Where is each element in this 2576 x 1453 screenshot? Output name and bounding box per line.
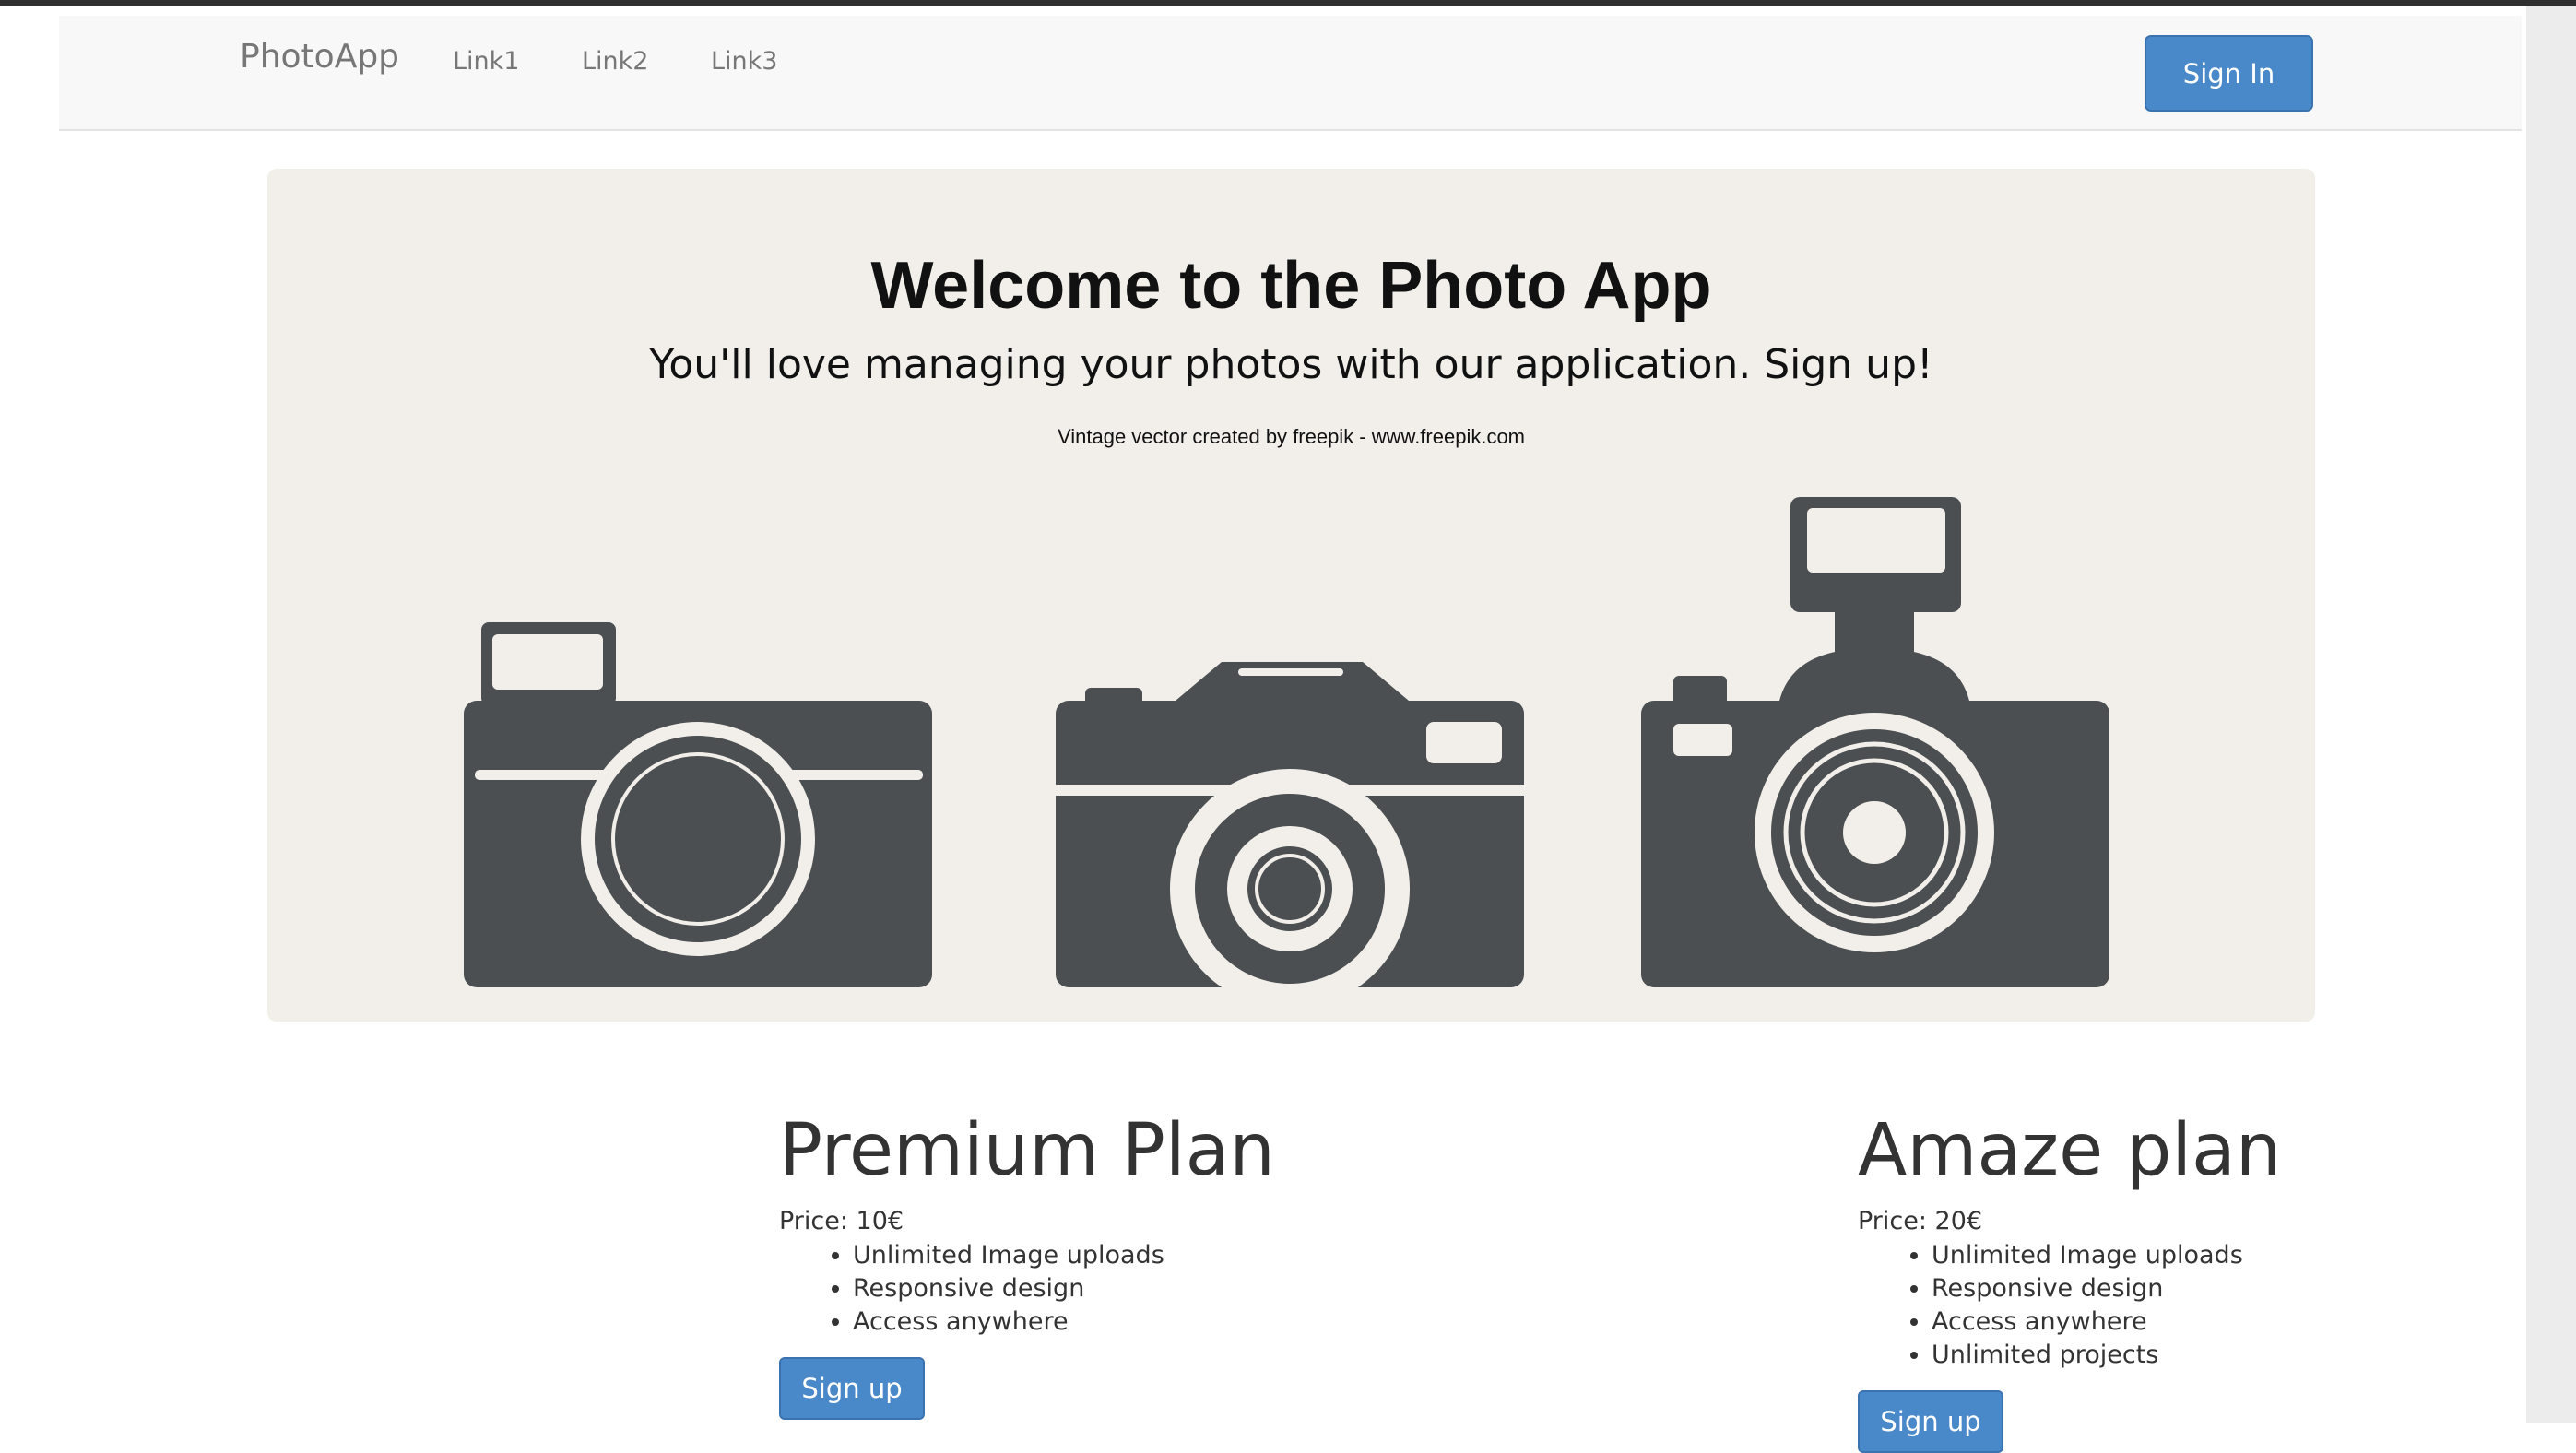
plan-features: Unlimited Image uploads Responsive desig… — [779, 1239, 1275, 1339]
plan-title: Premium Plan — [779, 1109, 1275, 1192]
window-top-border — [0, 0, 2576, 6]
plan-feature: Access anywhere — [853, 1305, 1275, 1339]
sign-in-button[interactable]: Sign In — [2145, 35, 2313, 112]
hero-title: Welcome to the Photo App — [870, 249, 1712, 323]
brand-link[interactable]: PhotoApp — [240, 38, 399, 76]
plan-feature: Unlimited Image uploads — [1932, 1239, 2281, 1272]
plan-feature: Responsive design — [853, 1272, 1275, 1305]
nav-link-2[interactable]: Link2 — [582, 47, 648, 76]
plan-price: Price: 10€ — [779, 1207, 904, 1235]
top-navbar: PhotoApp Link1 Link2 Link3 Sign In — [59, 16, 2522, 131]
plan-feature: Access anywhere — [1932, 1305, 2281, 1339]
plan-feature: Responsive design — [1932, 1272, 2281, 1305]
hero-subtitle: You'll love managing your photos with ou… — [649, 341, 1933, 388]
plan-title: Amaze plan — [1858, 1109, 2282, 1192]
plan-features: Unlimited Image uploads Responsive desig… — [1858, 1239, 2281, 1372]
image-credit: Vintage vector created by freepik - www.… — [1057, 425, 1526, 448]
camera-3-icon — [1641, 497, 2109, 987]
nav-link-3[interactable]: Link3 — [711, 47, 777, 76]
amaze-sign-up-button[interactable]: Sign up — [1858, 1390, 2003, 1453]
hero-jumbotron: Welcome to the Photo App You'll love man… — [267, 169, 2315, 1022]
camera-1-icon — [464, 622, 932, 987]
plan-premium: Premium Plan Price: 10€ Unlimited Image … — [779, 1115, 1275, 1420]
plan-feature: Unlimited projects — [1932, 1339, 2281, 1372]
right-scroll-gutter — [2526, 6, 2576, 1423]
camera-2-icon — [1056, 662, 1524, 1009]
plan-price: Price: 20€ — [1858, 1207, 1983, 1235]
nav-link-1[interactable]: Link1 — [453, 47, 519, 76]
plan-amaze: Amaze plan Price: 20€ Unlimited Image up… — [1858, 1115, 2281, 1453]
premium-sign-up-button[interactable]: Sign up — [779, 1357, 925, 1420]
plan-feature: Unlimited Image uploads — [853, 1239, 1275, 1272]
